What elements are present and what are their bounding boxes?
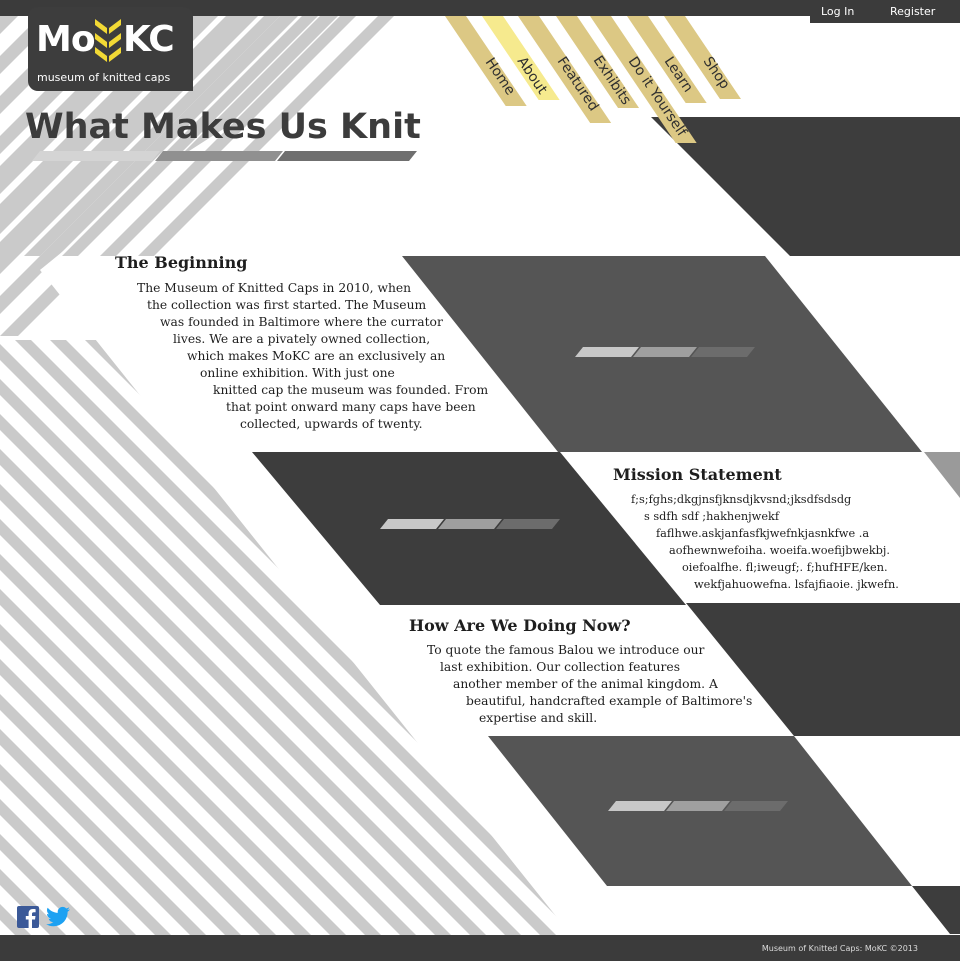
indicator-bar	[277, 151, 417, 161]
logo[interactable]: Mo KC museum of knitted caps	[28, 7, 193, 91]
indicator-bar	[666, 801, 730, 811]
text-line: oiefoalfhe. fl;iweugf;. f;hufHFE/ken.	[682, 561, 888, 574]
section-title-beginning: The Beginning	[115, 253, 248, 272]
text-line: that point onward many caps have been	[226, 400, 476, 414]
text-line: was founded in Baltimore where the curra…	[160, 315, 443, 329]
text-line: The Museum of Knitted Caps in 2010, when	[137, 281, 412, 295]
indicator-bar	[691, 347, 755, 357]
mission-text: f;s;fghs;dkgjnsfjknsdjkvsnd;jksdfsdsdg s…	[0, 491, 899, 593]
text-line: lives. We are a pivately owned collectio…	[173, 332, 431, 346]
page: Log In Register Mo KC museum of knitted …	[0, 0, 960, 961]
section-title-mission: Mission Statement	[613, 465, 782, 484]
knit-stitch-icon	[95, 19, 121, 62]
text-line: the collection was first started. The Mu…	[147, 298, 427, 312]
now-text: To quote the famous Balou we introduce o…	[0, 642, 752, 727]
text-line: s sdfh sdf ;hakhenjwekf	[644, 510, 780, 523]
indicator-bar	[724, 801, 788, 811]
text-line: knitted cap the museum was founded. From	[213, 383, 489, 397]
text-line: aofhewnwefoiha. woeifa.woefijbwekbj.	[669, 544, 890, 557]
indicator-bar	[32, 151, 160, 161]
text-line: beautiful, handcrafted example of Baltim…	[466, 694, 753, 708]
login-link[interactable]: Log In	[821, 5, 854, 18]
section-title-now: How Are We Doing Now?	[409, 616, 631, 635]
facebook-link[interactable]	[17, 906, 39, 932]
text-line: which makes MoKC are an exclusively an	[187, 349, 446, 363]
logo-text-mo: Mo	[36, 19, 96, 60]
indicator-bar	[575, 347, 639, 357]
page-title: What Makes Us Knit	[25, 107, 421, 147]
text-line: faflhwe.askjanfasfkjwefnkjasnkfwe .a	[656, 527, 870, 540]
text-line: f;s;fghs;dkgjnsfjknsdjkvsnd;jksdfsdsdg	[631, 493, 852, 506]
twitter-link[interactable]	[45, 906, 71, 932]
text-line: wekfjahuowefna. lsfajfiaoie. jkwefn.	[694, 578, 899, 591]
register-link[interactable]: Register	[890, 5, 935, 18]
footer: Museum of Knitted Caps: MoKC ©2013	[0, 935, 960, 961]
text-line: collected, upwards of twenty.	[240, 417, 423, 431]
text-line: online exhibition. With just one	[200, 366, 395, 380]
logo-text-kc: KC	[123, 19, 175, 60]
text-line: last exhibition. Our collection features	[440, 660, 681, 674]
twitter-icon	[46, 906, 70, 927]
indicator-bar	[633, 347, 697, 357]
account-bar: Log In Register	[810, 0, 960, 23]
logo-subtitle: museum of knitted caps	[37, 71, 171, 84]
footer-copyright: Museum of Knitted Caps: MoKC ©2013	[761, 944, 918, 953]
facebook-icon	[17, 906, 39, 928]
text-line: To quote the famous Balou we introduce o…	[427, 643, 705, 657]
text-line: another member of the animal kingdom. A	[453, 677, 718, 691]
text-line: expertise and skill.	[479, 711, 598, 725]
beginning-text: The Museum of Knitted Caps in 2010, when…	[0, 280, 488, 433]
indicator-bar	[155, 151, 283, 161]
indicator-bar	[608, 801, 672, 811]
